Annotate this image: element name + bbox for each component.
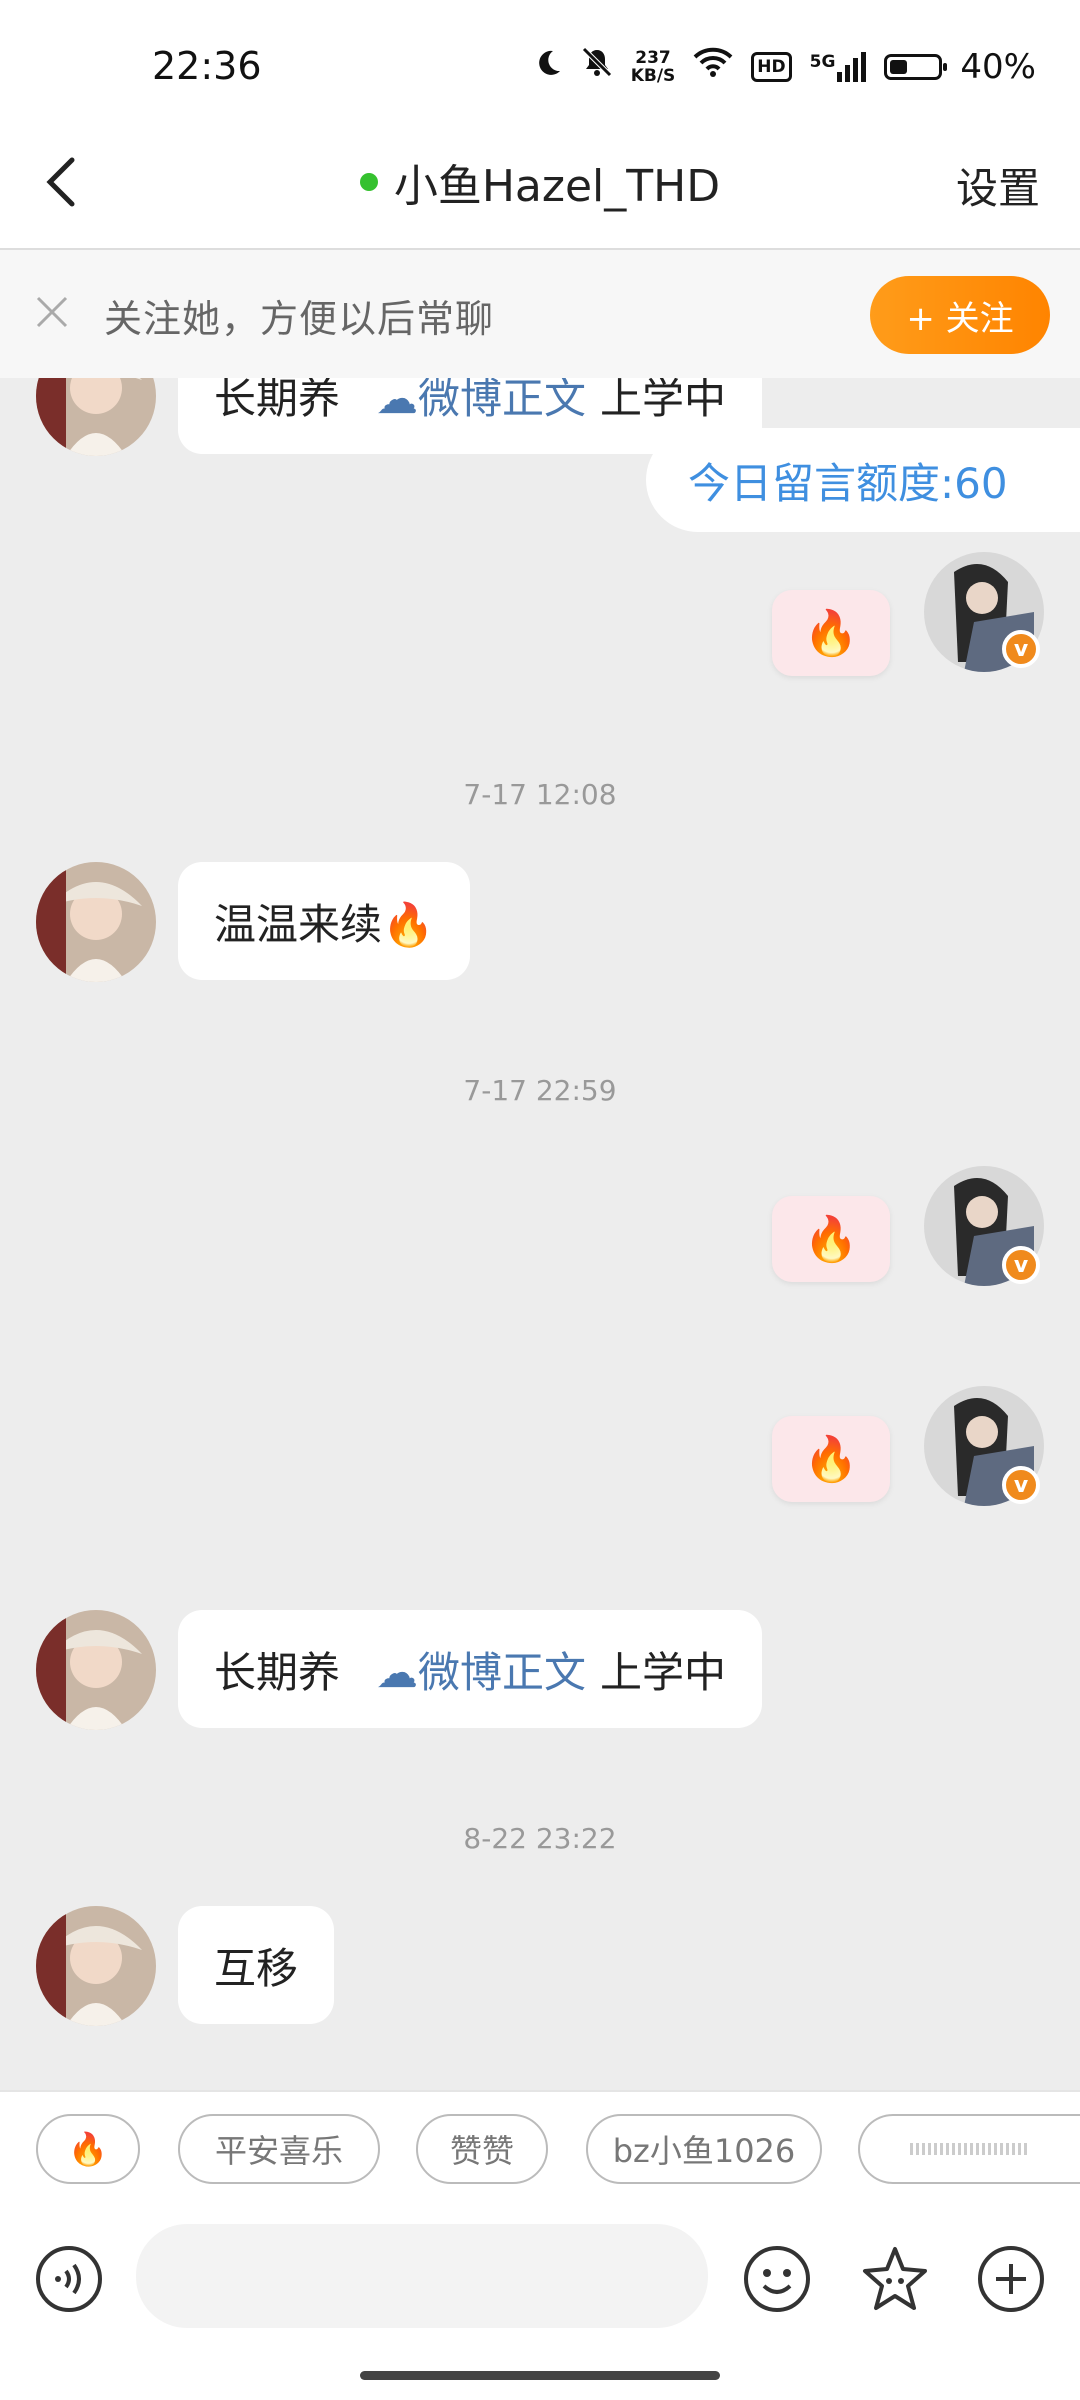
voice-icon [36, 2246, 102, 2312]
quick-reply-chip[interactable]: 🔥 [36, 2114, 140, 2184]
quick-reply-chip-partial[interactable] [858, 2114, 1080, 2184]
message-text: 上学中 [600, 1647, 727, 1697]
contact-avatar[interactable] [36, 1906, 156, 2026]
home-indicator[interactable] [360, 2371, 720, 2380]
status-time: 22:36 [152, 44, 262, 88]
battery-percent: 40% [960, 46, 1036, 87]
emoji-button[interactable] [742, 2244, 812, 2314]
message-text: 长期养 [214, 1647, 341, 1697]
message-input[interactable] [136, 2224, 708, 2328]
timestamp: 8-22 23:22 [463, 1822, 617, 1855]
blurred-text [910, 2143, 1030, 2155]
chat-title-wrap: 小鱼Hazel_THD [0, 150, 1080, 214]
verified-badge: v [1002, 1246, 1040, 1284]
follow-button[interactable]: + 关注 [870, 276, 1050, 354]
moon-icon [533, 47, 563, 87]
message-bubble[interactable]: 互移 [178, 1906, 335, 2024]
message-quota: 今日留言额度:60 [646, 428, 1080, 532]
close-banner-button[interactable] [30, 290, 74, 334]
verified-badge: v [1002, 1466, 1040, 1504]
timestamp: 7-17 12:08 [463, 778, 617, 811]
close-icon [36, 296, 68, 328]
star-face-icon [863, 2247, 927, 2310]
follow-hint: 关注她，方便以后常聊 [104, 297, 495, 341]
message-bubble[interactable]: 温温来续🔥 [178, 862, 471, 980]
status-icons: 237 KB/S HD 5G 40% [533, 46, 1036, 87]
battery-icon [884, 53, 948, 80]
smiley-icon [744, 2246, 810, 2312]
settings-button[interactable]: 设置 [956, 155, 1040, 216]
signal-icon: 5G [809, 51, 867, 82]
fire-sticker[interactable]: 🔥 [772, 590, 890, 676]
quick-reply-chip[interactable]: 平安喜乐 [178, 2114, 380, 2184]
weibo-link[interactable]: ☁微博正文 [376, 1639, 586, 1700]
net-speed-unit: KB/S [630, 65, 676, 86]
contact-avatar[interactable] [36, 862, 156, 982]
fire-sticker[interactable]: 🔥 [772, 1416, 890, 1502]
net-speed: 237 KB/S [631, 49, 676, 85]
weibo-link-label: 微博正文 [418, 373, 587, 423]
plus-icon [978, 2246, 1044, 2312]
more-button[interactable] [976, 2244, 1046, 2314]
verified-badge: v [1002, 630, 1040, 668]
mute-bell-icon [581, 46, 613, 87]
signal-label: 5G [809, 51, 836, 72]
net-speed-value: 237 [635, 47, 671, 68]
quick-reply-chip[interactable]: bz小鱼1026 [586, 2114, 822, 2184]
sticker-button[interactable] [860, 2244, 930, 2314]
message-bubble[interactable]: 长期养 ☁微博正文 上学中 [178, 1610, 763, 1728]
timestamp: 7-17 22:59 [463, 1074, 617, 1107]
wifi-icon [693, 46, 733, 87]
weibo-link-label: 微博正文 [418, 1647, 587, 1697]
quick-reply-chip[interactable]: 赞赞 [416, 2114, 548, 2184]
contact-avatar[interactable] [36, 1610, 156, 1730]
voice-button[interactable] [34, 2244, 104, 2314]
chat-title: 小鱼Hazel_THD [393, 161, 721, 212]
hd-badge: HD [751, 51, 792, 82]
fire-sticker[interactable]: 🔥 [772, 1196, 890, 1282]
online-status-dot [359, 173, 378, 191]
